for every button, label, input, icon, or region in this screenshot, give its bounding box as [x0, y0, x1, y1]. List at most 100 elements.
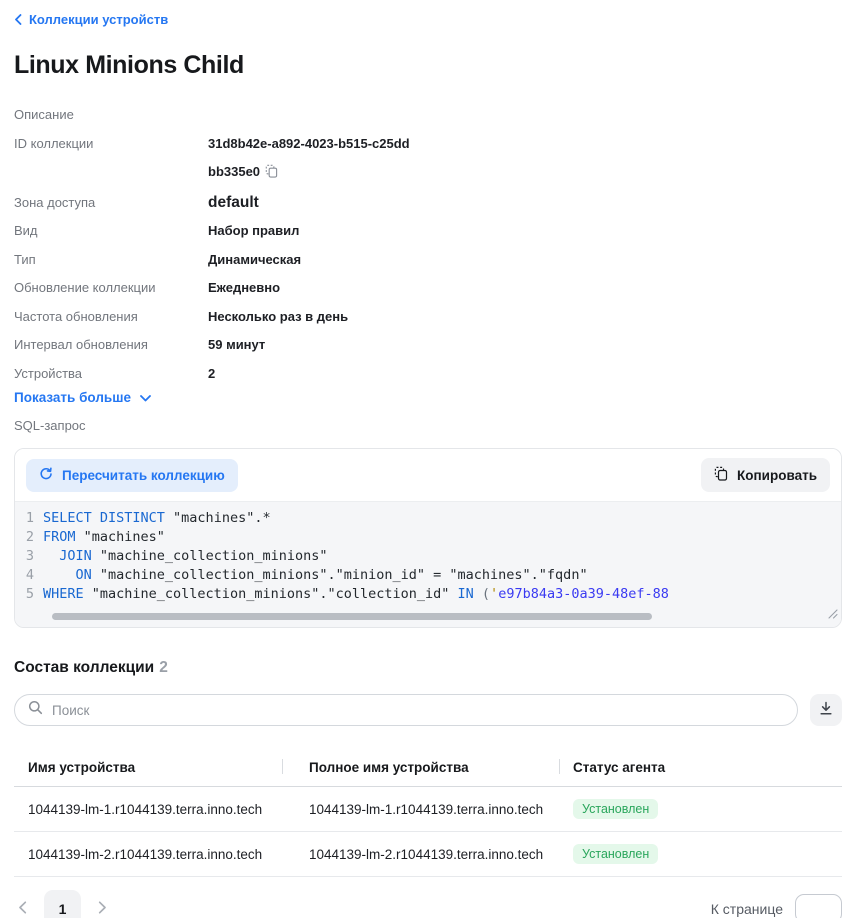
property-label: Тип — [14, 246, 208, 275]
code-line-content: ON "machine_collection_minions"."minion_… — [43, 566, 841, 585]
line-number: 3 — [15, 547, 43, 566]
code-line: 3 JOIN "machine_collection_minions" — [15, 547, 841, 566]
devices-table: Имя устройстваПолное имя устройстваСтату… — [14, 750, 842, 877]
property-label: Зона доступа — [14, 189, 208, 218]
current-page-button[interactable]: 1 — [44, 890, 81, 918]
page-title: Linux Minions Child — [14, 51, 842, 80]
chevron-left-icon — [14, 14, 22, 25]
pagination: 1 К странице — [14, 890, 842, 918]
refresh-icon — [39, 467, 53, 484]
property-row: Описание — [14, 101, 842, 130]
code-token: ( — [474, 586, 490, 602]
property-value: 59 минут — [208, 331, 265, 360]
breadcrumb-back-link[interactable]: Коллекции устройств — [14, 12, 168, 27]
download-button[interactable] — [810, 694, 842, 726]
code-line-content: WHERE "machine_collection_minions"."coll… — [43, 585, 841, 604]
search-icon — [28, 700, 43, 720]
property-label: Интервал обновления — [14, 331, 208, 360]
code-token: "machine_collection_minions" — [92, 548, 328, 564]
code-token — [43, 548, 59, 564]
device-fqdn-cell: 1044139-lm-2.r1044139.terra.inno.tech — [282, 832, 559, 877]
code-token: WHERE — [43, 586, 84, 602]
property-label: Частота обновления — [14, 303, 208, 332]
property-value: default — [208, 189, 259, 218]
code-line: 4 ON "machine_collection_minions"."minio… — [15, 566, 841, 585]
device-fqdn-cell: 1044139-lm-1.r1044139.terra.inno.tech — [282, 787, 559, 832]
composition-title-label: Состав коллекции — [14, 659, 154, 676]
column-header: Полное имя устройства — [282, 750, 559, 787]
sql-code-editor[interactable]: 1SELECT DISTINCT "machines".*2FROM "mach… — [15, 502, 841, 627]
property-value: Динамическая — [208, 246, 301, 275]
search-row — [14, 694, 842, 726]
next-page-button[interactable] — [94, 897, 111, 918]
property-row: ID коллекции31d8b42e-a892-4023-b515-c25d… — [14, 130, 842, 189]
code-line-content: JOIN "machine_collection_minions" — [43, 547, 841, 566]
code-token: FROM — [43, 529, 76, 545]
property-label: Устройства — [14, 360, 208, 389]
property-label: Описание — [14, 101, 208, 130]
property-value: 2 — [208, 360, 215, 389]
composition-section-title: Состав коллекции 2 — [14, 659, 842, 677]
property-value: Ежедневно — [208, 274, 280, 303]
property-label: Обновление коллекции — [14, 274, 208, 303]
code-token: "machine_collection_minions"."minion_id"… — [92, 567, 588, 583]
header-row: Имя устройстваПолное имя устройстваСтату… — [14, 750, 842, 787]
property-row: ВидНабор правил — [14, 217, 842, 246]
code-token: ON — [76, 567, 92, 583]
devices-table-header: Имя устройстваПолное имя устройстваСтату… — [14, 750, 842, 787]
property-value: Несколько раз в день — [208, 303, 348, 332]
breadcrumb-label: Коллекции устройств — [29, 12, 168, 27]
copy-sql-button[interactable]: Копировать — [701, 458, 830, 492]
chevron-right-icon — [98, 901, 107, 917]
copy-id-icon[interactable] — [265, 160, 278, 189]
property-value: Набор правил — [208, 217, 299, 246]
composition-count: 2 — [159, 659, 168, 676]
code-token: "machines" — [76, 529, 165, 545]
search-input[interactable] — [52, 703, 784, 718]
sql-panel-header: Пересчитать коллекцию Копировать — [15, 449, 841, 502]
code-token: "machine_collection_minions"."collection… — [84, 586, 458, 602]
sql-panel: Пересчитать коллекцию Копировать 1SELECT… — [14, 448, 842, 628]
show-more-link[interactable]: Показать больше — [14, 390, 151, 405]
code-line: 5WHERE "machine_collection_minions"."col… — [15, 585, 841, 604]
copy-icon — [714, 466, 728, 484]
collection-detail-page: Коллекции устройств Linux Minions Child … — [0, 0, 856, 918]
search-box[interactable] — [14, 694, 798, 726]
line-number: 1 — [15, 509, 43, 528]
horizontal-scrollbar-thumb[interactable] — [52, 613, 652, 620]
property-label: Вид — [14, 217, 208, 246]
download-icon — [819, 701, 833, 719]
property-row: ТипДинамическая — [14, 246, 842, 275]
code-token: ' — [490, 586, 498, 602]
code-token — [43, 567, 76, 583]
code-line: 2FROM "machines" — [15, 528, 841, 547]
line-number: 2 — [15, 528, 43, 547]
code-token: IN — [458, 586, 474, 602]
sql-code-lines: 1SELECT DISTINCT "machines".*2FROM "mach… — [15, 509, 841, 604]
code-token: e97b84a3-0a39-48ef-88 — [498, 586, 669, 602]
show-more-label: Показать больше — [14, 390, 131, 405]
properties-list: ОписаниеID коллекции31d8b42e-a892-4023-b… — [14, 101, 842, 388]
status-badge: Установлен — [573, 799, 658, 819]
device-name-cell: 1044139-lm-1.r1044139.terra.inno.tech — [14, 787, 282, 832]
goto-page-input[interactable] — [795, 894, 842, 918]
previous-page-button[interactable] — [14, 897, 31, 918]
recount-collection-button[interactable]: Пересчитать коллекцию — [26, 459, 238, 492]
devices-table-body: 1044139-lm-1.r1044139.terra.inno.tech104… — [14, 787, 842, 877]
column-header: Имя устройства — [14, 750, 282, 787]
line-number: 4 — [15, 566, 43, 585]
line-number: 5 — [15, 585, 43, 604]
property-row: Зона доступаdefault — [14, 189, 842, 218]
code-token: JOIN — [59, 548, 92, 564]
code-line-content: FROM "machines" — [43, 528, 841, 547]
chevron-left-icon — [18, 901, 27, 917]
code-token: "machines".* — [165, 510, 271, 526]
sql-section-label: SQL-запрос — [14, 418, 842, 433]
copy-button-label: Копировать — [737, 468, 817, 483]
code-token: SELECT DISTINCT — [43, 510, 165, 526]
property-row: Интервал обновления59 минут — [14, 331, 842, 360]
code-line-content: SELECT DISTINCT "machines".* — [43, 509, 841, 528]
chevron-down-icon — [140, 390, 151, 405]
table-row: 1044139-lm-2.r1044139.terra.inno.tech104… — [14, 832, 842, 877]
resize-handle-icon[interactable] — [827, 606, 838, 625]
